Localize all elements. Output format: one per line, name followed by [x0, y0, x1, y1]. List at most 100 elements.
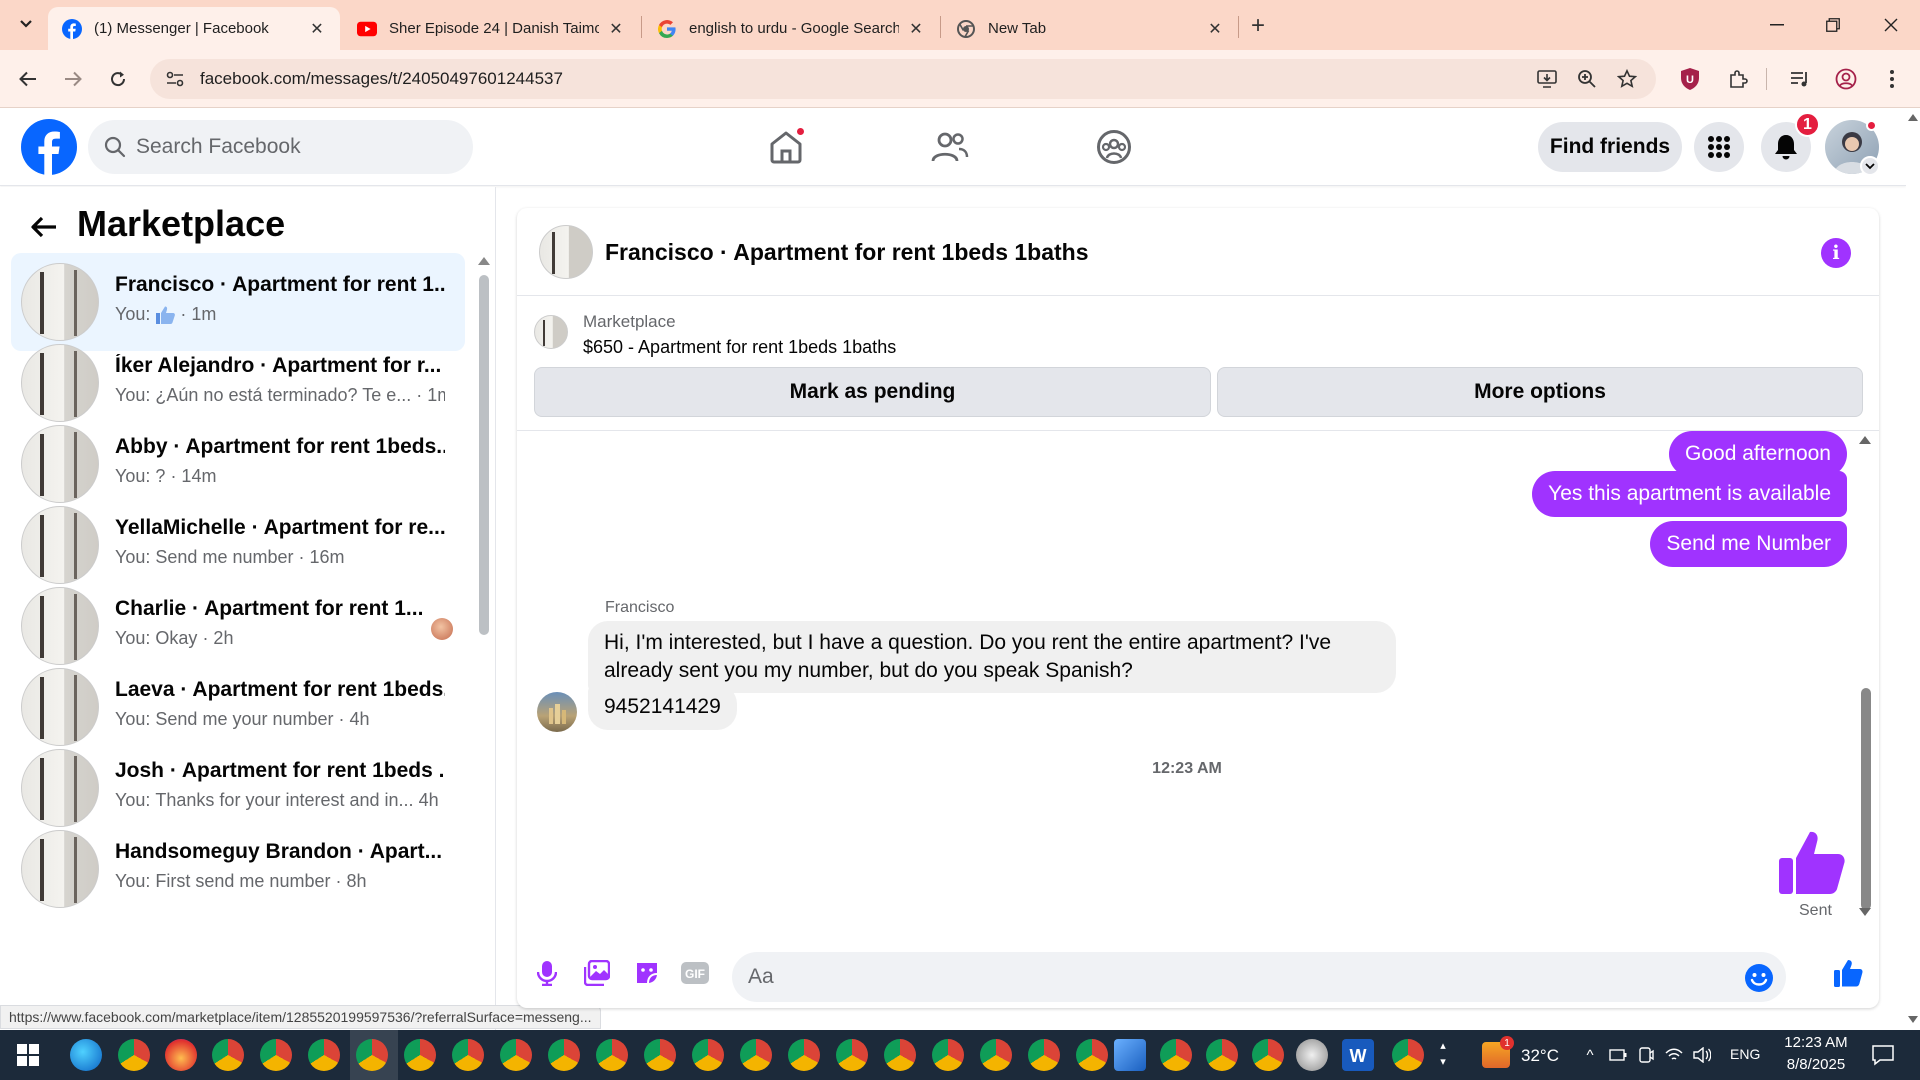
chrome-profile-app-icon[interactable] [1028, 1039, 1060, 1071]
chrome-profile-app-icon[interactable] [308, 1039, 340, 1071]
app-icon[interactable] [1296, 1039, 1328, 1071]
voice-clip-button[interactable] [532, 958, 562, 988]
extensions-puzzle-icon[interactable] [1726, 67, 1750, 91]
edge-app-icon[interactable] [70, 1039, 102, 1071]
chrome-menu-icon[interactable] [1880, 67, 1904, 91]
scroll-up-arrow[interactable] [478, 257, 490, 265]
chrome-profile-app-icon[interactable] [980, 1039, 1012, 1071]
tab-google-search[interactable]: english to urdu - Google Search ✕ [643, 7, 939, 50]
tab-youtube[interactable]: Sher Episode 24 | Danish Taimoor ✕ [343, 7, 639, 50]
info-icon[interactable]: i [1821, 238, 1851, 268]
chrome-profile-app-icon[interactable] [212, 1039, 244, 1071]
close-tab-icon[interactable]: ✕ [907, 20, 925, 38]
search-input[interactable] [136, 135, 436, 159]
chrome-profile-app-icon[interactable] [1252, 1039, 1284, 1071]
profile-icon[interactable] [1834, 67, 1858, 91]
restore-button[interactable] [1818, 10, 1848, 40]
close-tab-icon[interactable]: ✕ [1206, 20, 1224, 38]
conversation-item[interactable]: Handsomeguy Brandon · Apart... You: Firs… [11, 820, 465, 918]
outgoing-message[interactable]: Send me Number [1650, 521, 1847, 567]
chrome-profile-app-icon[interactable] [1206, 1039, 1238, 1071]
scroll-up-arrow[interactable] [1859, 436, 1871, 444]
sticker-button[interactable] [632, 958, 662, 988]
weather-temperature[interactable]: 32°C [1521, 1046, 1559, 1066]
chrome-app-icon[interactable] [118, 1039, 150, 1071]
close-tab-icon[interactable]: ✕ [607, 20, 625, 38]
chrome-profile-app-icon[interactable] [836, 1039, 868, 1071]
install-app-icon[interactable] [1536, 68, 1558, 90]
message-input[interactable] [748, 965, 1698, 989]
more-options-button[interactable]: More options [1217, 367, 1863, 417]
scroll-up-arrow[interactable] [1908, 114, 1918, 121]
chrome-profile-app-icon[interactable] [1160, 1039, 1192, 1071]
forward-button[interactable] [59, 65, 87, 93]
chrome-profile-app-icon[interactable] [644, 1039, 676, 1071]
chrome-profile-app-icon[interactable] [356, 1039, 388, 1071]
chrome-profile-app-icon[interactable] [740, 1039, 772, 1071]
message-input-box[interactable] [732, 952, 1786, 1002]
attach-media-button[interactable] [582, 958, 612, 988]
facebook-search-box[interactable] [88, 120, 473, 174]
chrome-profile-app-icon[interactable] [1392, 1039, 1424, 1071]
taskbar-overflow-arrows[interactable]: ▴ ▾ [1438, 1038, 1448, 1072]
meet-now-icon[interactable] [1636, 1045, 1656, 1065]
scroll-down-arrow[interactable] [1908, 1016, 1918, 1023]
back-button[interactable] [26, 209, 62, 245]
emoji-icon[interactable] [1744, 963, 1774, 993]
listing-thumbnail[interactable] [539, 225, 593, 279]
outgoing-message[interactable]: Yes this apartment is available [1532, 471, 1847, 517]
chrome-profile-app-icon[interactable] [884, 1039, 916, 1071]
sender-avatar[interactable] [537, 692, 577, 732]
sent-like-sticker[interactable] [1777, 828, 1847, 898]
chrome-profile-app-icon[interactable] [260, 1039, 292, 1071]
ublock-extension-icon[interactable]: U [1678, 67, 1702, 91]
tab-search-menu-button[interactable] [12, 10, 40, 38]
listing-price-title[interactable]: $650 - Apartment for rent 1beds 1baths [583, 337, 896, 358]
minimize-button[interactable] [1762, 10, 1792, 40]
clock-time[interactable]: 12:23 AM [1784, 1034, 1848, 1051]
scroll-down-arrow[interactable] [1859, 908, 1871, 916]
facebook-logo-icon[interactable] [21, 119, 77, 175]
close-window-button[interactable] [1876, 10, 1906, 40]
zoom-icon[interactable] [1576, 68, 1598, 90]
chrome-profile-app-icon[interactable] [1076, 1039, 1108, 1071]
chrome-profile-app-icon[interactable] [692, 1039, 724, 1071]
tab-new-tab[interactable]: New Tab ✕ [942, 7, 1238, 50]
listing-thumbnail[interactable] [534, 315, 568, 349]
chrome-profile-app-icon[interactable] [788, 1039, 820, 1071]
find-friends-button[interactable]: Find friends [1538, 122, 1682, 172]
page-scrollbar[interactable] [1906, 108, 1920, 1030]
incoming-message[interactable]: 9452141429 [588, 684, 737, 730]
chrome-profile-app-icon[interactable] [500, 1039, 532, 1071]
wifi-icon[interactable] [1664, 1045, 1684, 1065]
chrome-profile-app-icon[interactable] [932, 1039, 964, 1071]
notification-center-icon[interactable] [1870, 1043, 1896, 1067]
bookmark-star-icon[interactable] [1616, 68, 1638, 90]
gif-button[interactable]: GIF [680, 958, 710, 988]
conversation-list-scrollbar[interactable] [479, 275, 489, 635]
windows-start-icon[interactable] [17, 1044, 39, 1066]
friends-nav-button[interactable] [929, 126, 971, 168]
firefox-app-icon[interactable] [165, 1039, 197, 1071]
volume-icon[interactable] [1692, 1045, 1712, 1065]
chrome-profile-app-icon[interactable] [452, 1039, 484, 1071]
clock-date[interactable]: 8/8/2025 [1779, 1056, 1853, 1073]
message-thread-scrollbar[interactable] [1861, 688, 1871, 910]
account-menu-caret[interactable] [1860, 156, 1880, 176]
tab-messenger[interactable]: (1) Messenger | Facebook ✕ [48, 7, 340, 50]
battery-icon[interactable] [1608, 1045, 1628, 1065]
chrome-profile-app-icon[interactable] [404, 1039, 436, 1071]
address-bar[interactable]: facebook.com/messages/t/2405049760124453… [150, 59, 1656, 99]
media-control-icon[interactable] [1788, 67, 1812, 91]
input-language[interactable]: ENG [1730, 1046, 1760, 1062]
file-explorer-app-icon[interactable] [1114, 1039, 1146, 1071]
groups-nav-button[interactable] [1093, 126, 1135, 168]
incoming-message[interactable]: Hi, I'm interested, but I have a questio… [588, 621, 1396, 693]
menu-grid-button[interactable] [1694, 122, 1744, 172]
site-info-icon[interactable] [164, 68, 186, 90]
send-like-button[interactable] [1833, 958, 1863, 988]
chrome-profile-app-icon[interactable] [596, 1039, 628, 1071]
chrome-profile-app-icon[interactable] [548, 1039, 580, 1071]
mark-as-pending-button[interactable]: Mark as pending [534, 367, 1211, 417]
back-button[interactable] [14, 65, 42, 93]
